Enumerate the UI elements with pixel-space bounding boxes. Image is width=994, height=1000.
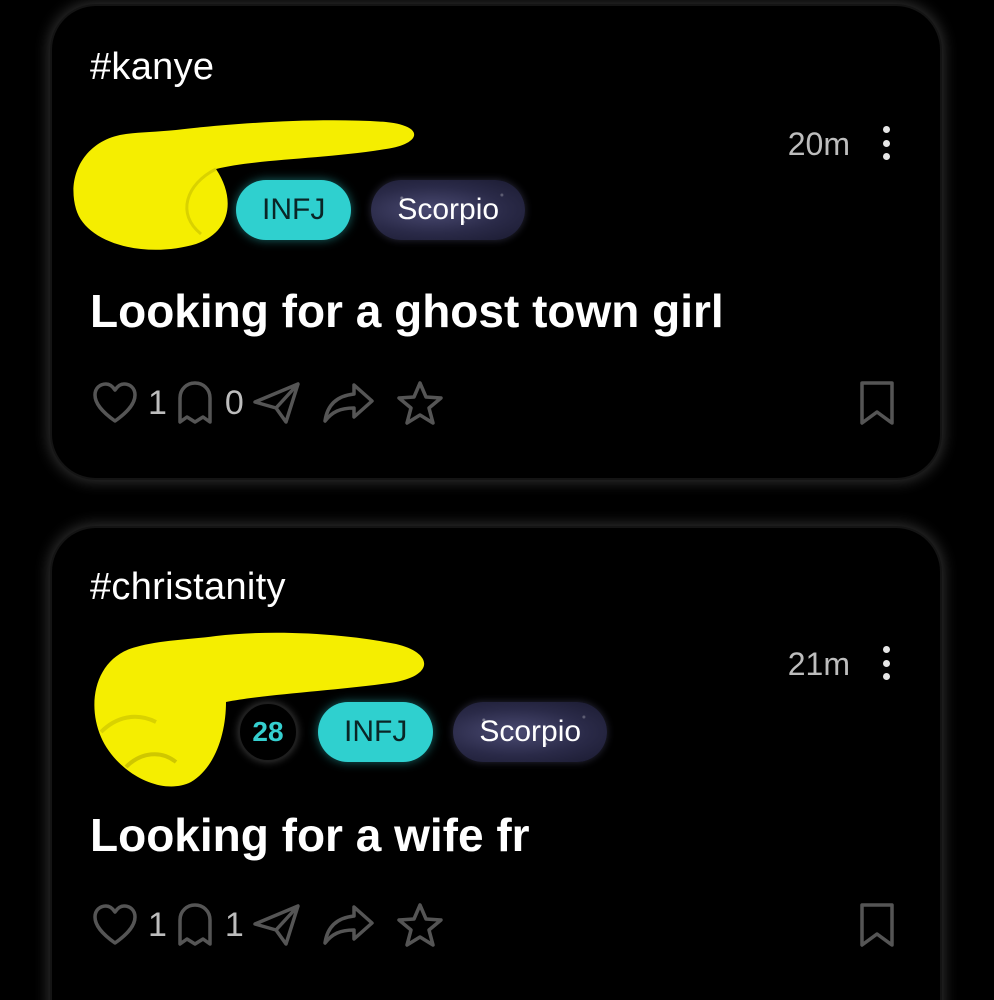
ghost-icon xyxy=(178,903,212,946)
bookmark-button[interactable] xyxy=(858,380,896,426)
profile-tags: 28 INFJ Scorpio xyxy=(238,702,607,762)
bookmark-icon xyxy=(860,903,894,947)
share-button[interactable] xyxy=(322,903,376,947)
zodiac-badge[interactable]: Scorpio xyxy=(453,702,607,762)
like-button[interactable]: 1 xyxy=(92,903,175,947)
share-arrow-icon xyxy=(323,383,374,423)
post-actions: 1 1 xyxy=(92,900,896,950)
post-time: 20m xyxy=(787,126,850,162)
post-hashtag[interactable]: #kanye xyxy=(90,46,214,89)
profile-tags: INFJ Scorpio xyxy=(236,180,525,240)
bookmark-icon xyxy=(860,381,894,425)
favorite-button[interactable] xyxy=(396,380,444,426)
heart-icon xyxy=(93,382,137,423)
post-title[interactable]: Looking for a wife fr xyxy=(90,808,530,862)
star-icon xyxy=(397,381,443,425)
post-actions: 1 0 xyxy=(92,378,896,428)
zodiac-badge[interactable]: Scorpio xyxy=(371,180,525,240)
more-vertical-icon[interactable] xyxy=(880,126,892,160)
bookmark-button[interactable] xyxy=(858,902,896,948)
comment-button[interactable]: 0 xyxy=(175,380,252,426)
post-feed: #kanye 20m INFJ Scorpio Looking for a gh… xyxy=(0,0,994,1000)
comment-button[interactable]: 1 xyxy=(175,902,252,948)
like-count: 1 xyxy=(148,905,167,944)
mbti-badge[interactable]: INFJ xyxy=(236,180,352,240)
comment-count: 1 xyxy=(224,905,244,944)
paper-plane-icon xyxy=(253,904,300,946)
like-count: 1 xyxy=(148,383,167,422)
post-title[interactable]: Looking for a ghost town girl xyxy=(90,284,724,338)
share-arrow-icon xyxy=(323,905,374,945)
send-button[interactable] xyxy=(252,380,302,426)
post-card[interactable]: #christanity 21m 28 INFJ Scorpio Looking… xyxy=(52,528,940,1000)
paper-plane-icon xyxy=(253,382,300,424)
star-icon xyxy=(397,903,443,947)
post-card[interactable]: #kanye 20m INFJ Scorpio Looking for a gh… xyxy=(52,6,940,478)
ghost-icon xyxy=(178,381,212,424)
mbti-badge[interactable]: INFJ xyxy=(318,702,434,762)
comment-count: 0 xyxy=(224,383,244,422)
post-hashtag[interactable]: #christanity xyxy=(90,566,286,609)
send-button[interactable] xyxy=(252,902,302,948)
favorite-button[interactable] xyxy=(396,902,444,948)
share-button[interactable] xyxy=(322,381,376,425)
more-vertical-icon[interactable] xyxy=(880,646,892,680)
age-badge: 28 xyxy=(238,702,298,762)
post-time: 21m xyxy=(787,646,850,682)
like-button[interactable]: 1 xyxy=(92,381,175,425)
heart-icon xyxy=(93,904,137,945)
